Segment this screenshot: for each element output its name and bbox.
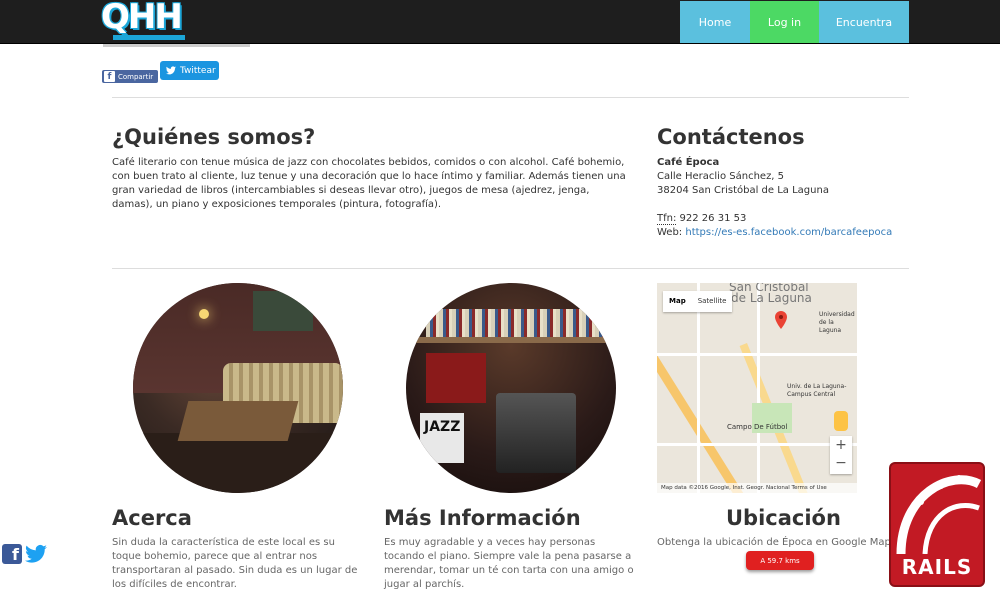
twitter-icon[interactable] <box>25 544 47 564</box>
distance-badge[interactable]: A 59.7 kms <box>746 551 814 570</box>
facebook-share-button[interactable]: f Compartir <box>102 70 158 83</box>
map-poi-label: Univ. de La Laguna-Campus Central <box>787 383 847 398</box>
web-label: Web: <box>657 227 683 238</box>
street-view-pegman-icon[interactable] <box>834 411 848 431</box>
map-attribution: Map data ©2016 Google, Inst. Geogr. Naci… <box>657 483 857 493</box>
cafe-interior-photo <box>133 283 343 493</box>
contact-details: Café Época Calle Heraclio Sánchez, 5 382… <box>657 156 907 240</box>
jazz-poster: JAZZ <box>420 413 464 463</box>
facebook-share-label: Compartir <box>118 72 154 81</box>
about-heading: ¿Quiénes somos? <box>112 125 316 149</box>
divider <box>112 268 909 269</box>
map-type-control: Map Satellite <box>663 291 733 312</box>
map-poi-label: Universidad de la Laguna <box>819 311 855 334</box>
web-line: Web: https://es-es.facebook.com/barcafee… <box>657 226 907 240</box>
map-type-satellite[interactable]: Satellite <box>692 291 733 312</box>
twitter-icon <box>166 66 176 75</box>
zoom-out-button[interactable]: − <box>830 454 852 472</box>
twitter-share-label: Twittear <box>180 65 216 76</box>
info-heading: Más Información <box>384 506 581 530</box>
logo-underline <box>113 35 185 40</box>
rails-badge[interactable]: RAILS <box>889 462 985 587</box>
map-pin-icon[interactable] <box>775 311 787 329</box>
acerca-text: Sin duda la característica de este local… <box>112 537 358 590</box>
acerca-heading: Acerca <box>112 506 192 530</box>
logo-text: QHH <box>101 0 183 37</box>
divider <box>112 97 909 98</box>
nav-home[interactable]: Home <box>680 1 750 43</box>
map-city-label: de La Laguna <box>731 291 812 305</box>
google-map[interactable]: San Cristóbal de La Laguna Map Satellite… <box>657 283 857 493</box>
facebook-icon: f <box>104 71 115 82</box>
cafe-name: Café Época <box>657 157 720 168</box>
cafe-bar-photo: JAZZ <box>406 283 616 493</box>
facebook-page-link[interactable]: https://es-es.facebook.com/barcafeepoca <box>685 227 892 238</box>
phone-number: 922 26 31 53 <box>679 213 747 224</box>
info-text: Es muy agradable y a veces hay personas … <box>384 537 634 590</box>
map-poi-label: Campo De Fútbol <box>727 423 788 431</box>
facebook-icon[interactable]: f <box>2 544 22 564</box>
rails-label: RAILS <box>901 555 973 579</box>
address-street: Calle Heraclio Sánchez, 5 <box>657 171 785 182</box>
site-logo[interactable]: QHH <box>101 0 187 44</box>
twitter-share-button[interactable]: Twittear <box>160 61 219 80</box>
phone-line: Tfn: 922 26 31 53 <box>657 212 907 226</box>
about-description: Café literario con tenue música de jazz … <box>112 157 626 210</box>
map-zoom-control: + − <box>830 436 852 474</box>
ubicacion-text: Obtenga la ubicación de Época en Google … <box>657 537 897 548</box>
zoom-in-button[interactable]: + <box>830 436 852 454</box>
phone-label: Tfn: <box>657 213 677 225</box>
nav-login[interactable]: Log in <box>750 1 819 43</box>
contact-heading: Contáctenos <box>657 125 805 149</box>
address-city: 38204 San Cristóbal de La Laguna <box>657 185 829 196</box>
rails-logo-icon <box>896 475 982 554</box>
nav-encuentra[interactable]: Encuentra <box>819 1 909 43</box>
top-navbar: QHH Home Log in Encuentra <box>0 0 1000 44</box>
map-type-map[interactable]: Map <box>663 291 692 312</box>
poster-text: JAZZ <box>424 419 461 435</box>
ubicacion-heading: Ubicación <box>726 506 841 530</box>
main-nav: Home Log in Encuentra <box>680 1 909 43</box>
header-strip <box>103 44 250 47</box>
